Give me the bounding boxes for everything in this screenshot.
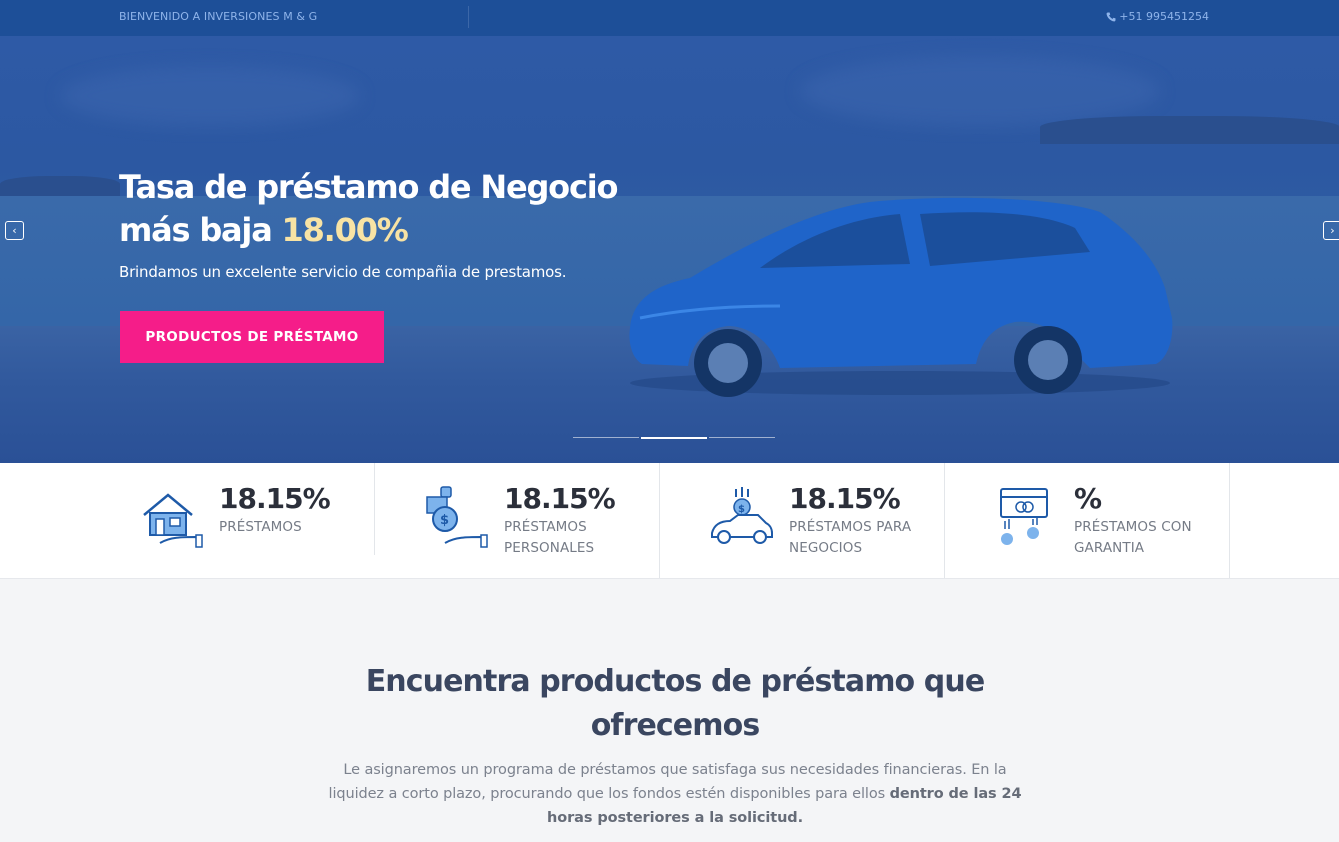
topbar-divider <box>468 6 469 28</box>
background-cloud <box>60 66 360 126</box>
stat-label: PRÉSTAMOS CON GARANTIA <box>1074 519 1192 556</box>
hero-title-rate: 18.00% <box>281 211 409 249</box>
car-coin-icon: $ <box>711 487 773 544</box>
stat-value: 18.15% <box>219 482 331 515</box>
stat-divider <box>1229 463 1230 578</box>
loan-products-button[interactable]: PRODUCTOS DE PRÉSTAMO <box>120 311 384 363</box>
slider-next-button[interactable]: › <box>1323 221 1339 240</box>
section-description: Le asignaremos un programa de préstamos … <box>315 758 1035 830</box>
slider-indicators <box>573 437 775 439</box>
top-bar: BIENVENIDO A INVERSIONES M & G +51 99545… <box>0 0 1339 36</box>
section-title: Encuentra productos de préstamo que ofre… <box>365 664 985 743</box>
slide-indicator-2[interactable] <box>641 437 707 439</box>
hero-title: Tasa de préstamo de Negocio más baja 18.… <box>119 166 679 252</box>
hero-slider: Tasa de préstamo de Negocio más baja 18.… <box>0 36 1339 463</box>
stat-label: PRÉSTAMOS PERSONALES <box>504 519 595 556</box>
hero-subtitle: Brindamos un excelente servicio de compa… <box>119 263 567 281</box>
svg-text:$: $ <box>440 513 449 528</box>
welcome-text: BIENVENIDO A INVERSIONES M & G <box>119 10 318 23</box>
house-hand-icon <box>143 493 203 548</box>
stat-value: % <box>1074 482 1102 515</box>
stat-loans[interactable]: 18.15% PRÉSTAMOS <box>120 463 375 578</box>
stat-secured-loans[interactable]: % PRÉSTAMOS CON GARANTIA <box>945 463 1230 578</box>
hero-car-image <box>629 197 1173 397</box>
phone-icon <box>1106 12 1116 21</box>
stat-personal-loans[interactable]: $ 18.15% PRÉSTAMOS PERSONALES <box>375 463 660 578</box>
money-bag-hand-icon: $ <box>426 486 488 548</box>
background-treeline <box>0 176 120 196</box>
phone-link[interactable]: +51 995451254 <box>1106 10 1209 23</box>
stat-value: 18.15% <box>504 482 616 515</box>
stat-label: PRÉSTAMOS PARA NEGOCIOS <box>789 519 912 556</box>
svg-text:$: $ <box>738 504 745 515</box>
chevron-left-icon: ‹ <box>12 224 17 237</box>
slider-prev-button[interactable]: ‹ <box>5 221 24 240</box>
phone-number: +51 995451254 <box>1119 10 1209 23</box>
stat-label: PRÉSTAMOS <box>219 519 302 535</box>
background-treeline <box>1040 116 1339 144</box>
stat-business-loans[interactable]: $ 18.15% PRÉSTAMOS PARA NEGOCIOS <box>660 463 945 578</box>
slide-indicator-3[interactable] <box>709 437 775 438</box>
loan-rates-strip: 18.15% PRÉSTAMOS $ 18.15% PRÉSTAMOS PERS… <box>0 463 1339 579</box>
background-cloud <box>800 56 1160 126</box>
slide-indicator-1[interactable] <box>573 437 639 438</box>
credit-card-coins-icon <box>1000 488 1048 545</box>
chevron-right-icon: › <box>1330 224 1335 237</box>
stat-value: 18.15% <box>789 482 901 515</box>
